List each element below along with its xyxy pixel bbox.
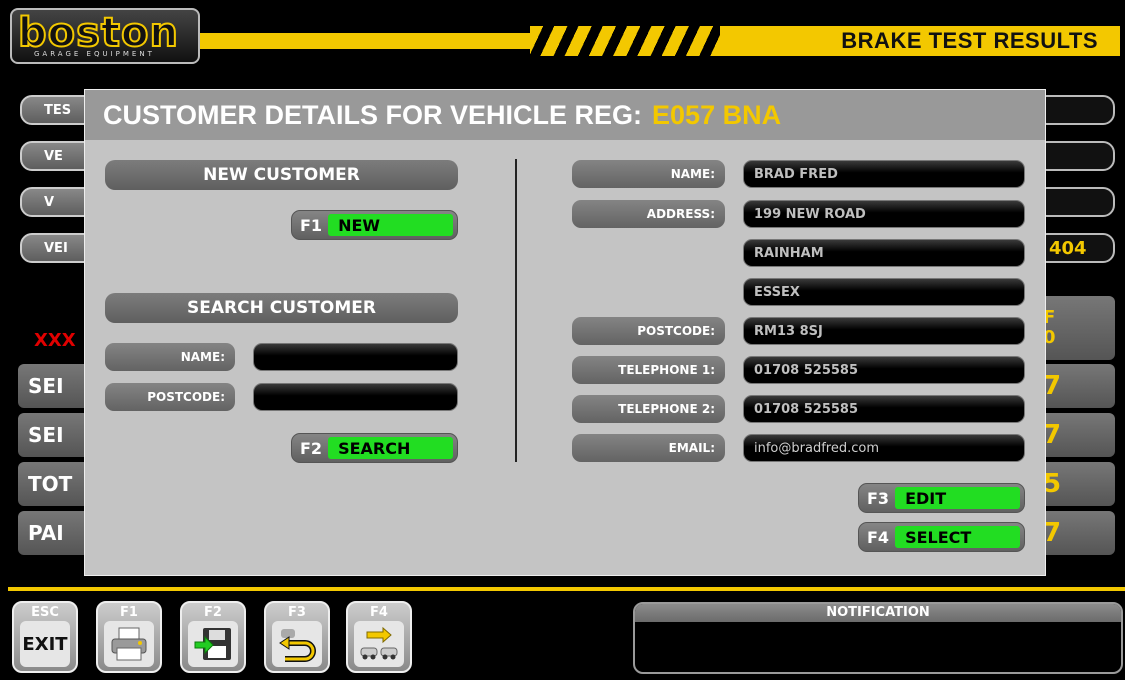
new-customer-button[interactable]: F1 NEW [291, 210, 458, 240]
notification-title: NOTIFICATION [635, 604, 1121, 622]
f2-key-label: F2 [300, 438, 323, 458]
bg-right-pill [1035, 141, 1115, 171]
next-vehicle-button[interactable]: F4 [346, 601, 412, 673]
notification-text [635, 622, 1121, 634]
search-button[interactable]: F2 SEARCH [291, 433, 458, 463]
esc-key-label: ESC [31, 605, 59, 620]
bg-alert-text: XXX [34, 330, 76, 351]
edit-button[interactable]: F3 EDIT [858, 483, 1025, 513]
search-name-input[interactable] [253, 343, 458, 371]
email-label: EMAIL: [572, 434, 725, 462]
logo-subtitle: GARAGE EQUIPMENT [34, 50, 155, 58]
bg-right-row: 7 [1035, 511, 1115, 555]
search-postcode-input[interactable] [253, 383, 458, 411]
footer-rule [8, 587, 1125, 591]
email-field[interactable]: info@bradfred.com [743, 434, 1025, 462]
customer-details-dialog: CUSTOMER DETAILS FOR VEHICLE REG: E057 B… [84, 89, 1046, 576]
select-button[interactable]: F4 SELECT [858, 522, 1025, 552]
bg-right-row: 7 [1035, 364, 1115, 408]
save-button[interactable]: F2 [180, 601, 246, 673]
notification-panel: NOTIFICATION [633, 602, 1123, 674]
header-stripes [530, 26, 730, 56]
f2-toolbar-key: F2 [204, 605, 222, 620]
bg-right-row: F 0 [1035, 296, 1115, 360]
telephone2-label: TELEPHONE 2: [572, 395, 725, 423]
next-vehicle-icon [354, 621, 404, 667]
postcode-label: POSTCODE: [572, 317, 725, 345]
new-button-label: NEW [328, 214, 453, 236]
address-line3-field[interactable]: ESSEX [743, 278, 1025, 306]
f3-key-label: F3 [867, 488, 890, 508]
esc-exit-button[interactable]: ESC EXIT [12, 601, 78, 673]
return-button[interactable]: F3 [264, 601, 330, 673]
telephone1-label: TELEPHONE 1: [572, 356, 725, 384]
header-rule [200, 33, 560, 49]
search-postcode-label: POSTCODE: [105, 383, 235, 411]
name-field[interactable]: BRAD FRED [743, 160, 1025, 188]
boston-logo: boston GARAGE EQUIPMENT [10, 8, 200, 64]
exit-label: EXIT [22, 633, 68, 655]
f1-toolbar-key: F1 [120, 605, 138, 620]
address-line1-field[interactable]: 199 NEW ROAD [743, 200, 1025, 228]
bg-right-value: 404 [1035, 233, 1115, 263]
address-label: ADDRESS: [572, 200, 725, 228]
search-customer-heading: SEARCH CUSTOMER [105, 293, 458, 323]
telephone1-field[interactable]: 01708 525585 [743, 356, 1025, 384]
bg-right-row: 5 [1035, 462, 1115, 506]
bg-right-pill [1035, 187, 1115, 217]
page-title: BRAKE TEST RESULTS [720, 26, 1120, 56]
return-icon [272, 621, 322, 667]
address-line2-field[interactable]: RAINHAM [743, 239, 1025, 267]
vehicle-reg: E057 BNA [652, 99, 782, 130]
bg-right-pill [1035, 95, 1115, 125]
postcode-field[interactable]: RM13 8SJ [743, 317, 1025, 345]
print-button[interactable]: F1 [96, 601, 162, 673]
save-disk-icon [188, 621, 238, 667]
printer-icon [104, 621, 154, 667]
telephone2-field[interactable]: 01708 525585 [743, 395, 1025, 423]
search-button-label: SEARCH [328, 437, 453, 459]
search-name-label: NAME: [105, 343, 235, 371]
bg-right-row: 7 [1035, 413, 1115, 457]
dialog-title: CUSTOMER DETAILS FOR VEHICLE REG: E057 B… [85, 90, 1045, 140]
select-button-label: SELECT [895, 526, 1020, 548]
f4-key-label: F4 [867, 527, 890, 547]
exit-face: EXIT [20, 621, 70, 667]
column-divider [515, 159, 517, 462]
f4-toolbar-key: F4 [370, 605, 388, 620]
f3-toolbar-key: F3 [288, 605, 306, 620]
f1-key-label: F1 [300, 215, 323, 235]
dialog-title-text: CUSTOMER DETAILS FOR VEHICLE REG: [103, 99, 643, 130]
name-label: NAME: [572, 160, 725, 188]
new-customer-heading: NEW CUSTOMER [105, 160, 458, 190]
edit-button-label: EDIT [895, 487, 1020, 509]
